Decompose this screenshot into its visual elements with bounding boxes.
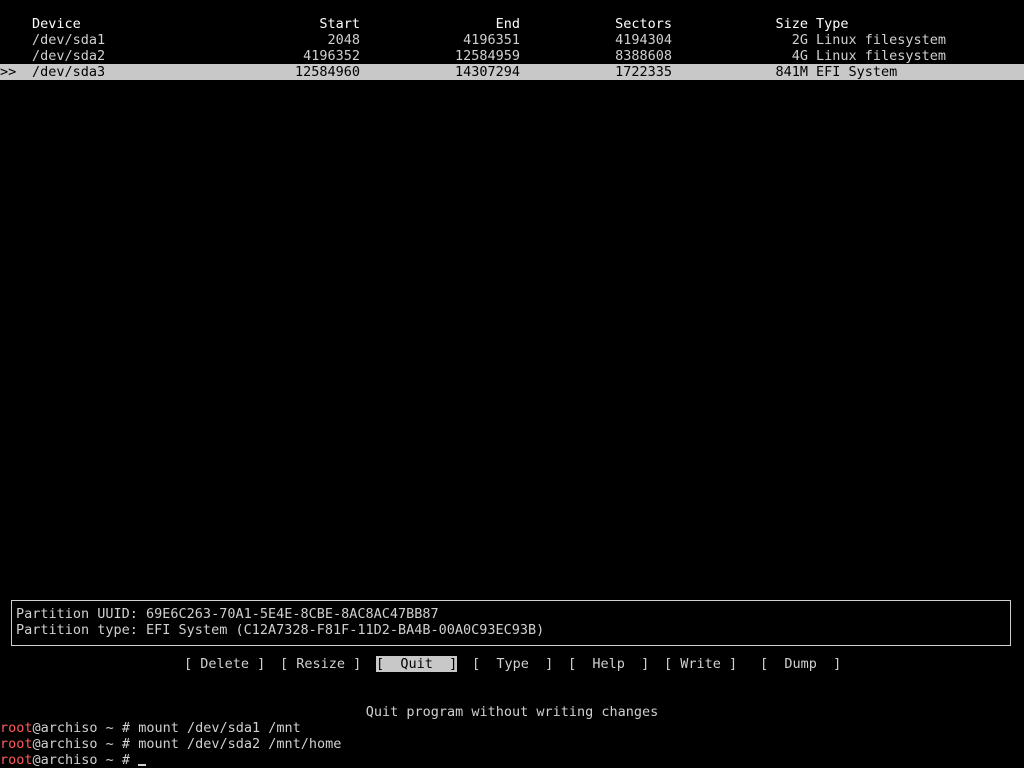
help-button[interactable]: [ Help ]	[568, 656, 649, 672]
partition-row[interactable]: /dev/sda2 4196352 12584959 8388608 4G Li…	[0, 48, 1024, 64]
prompt-host: @archiso ~ #	[32, 720, 139, 736]
partition-start: 4196352	[303, 48, 360, 64]
partition-device: /dev/sda2	[32, 48, 106, 64]
prompt-user: root	[0, 752, 33, 768]
partition-start: 2048	[327, 32, 360, 48]
header-end: End	[495, 16, 520, 32]
partition-row-selected[interactable]: >> /dev/sda3 12584960 14307294 1722335 8…	[0, 64, 1024, 80]
text-cursor	[138, 764, 147, 766]
partition-uuid: Partition UUID: 69E6C263-70A1-5E4E-8CBE-…	[16, 606, 439, 622]
shell-command: mount /dev/sda1 /mnt	[138, 720, 301, 736]
partition-info-box: Partition UUID: 69E6C263-70A1-5E4E-8CBE-…	[11, 600, 1011, 646]
partition-sectors: 1722335	[615, 64, 672, 80]
partition-end: 14307294	[454, 64, 520, 80]
partition-size: 841M	[775, 64, 808, 80]
partition-size: 4G	[791, 48, 808, 64]
header-start: Start	[319, 16, 360, 32]
partition-device: /dev/sda1	[32, 32, 106, 48]
partition-type-detail: Partition type: EFI System (C12A7328-F81…	[16, 622, 545, 638]
selection-marker: >>	[0, 64, 17, 80]
table-header: Device Start End Sectors Size Type	[0, 16, 1024, 32]
header-sectors: Sectors	[615, 16, 672, 32]
delete-button[interactable]: [ Delete ]	[184, 656, 265, 672]
partition-device: /dev/sda3	[32, 64, 106, 80]
prompt-host: @archiso ~ #	[32, 736, 139, 752]
partition-type: Linux filesystem	[816, 48, 947, 64]
partition-sectors: 4194304	[615, 32, 672, 48]
header-device: Device	[32, 16, 81, 32]
partition-start: 12584960	[294, 64, 360, 80]
type-button[interactable]: [ Type ]	[472, 656, 553, 672]
write-button[interactable]: [ Write ]	[664, 656, 737, 672]
prompt-user: root	[0, 720, 33, 736]
shell-line: root@archiso ~ # mount /dev/sda1 /mnt	[0, 720, 1024, 736]
partition-size: 2G	[791, 32, 808, 48]
partition-type: EFI System	[816, 64, 898, 80]
partition-sectors: 8388608	[615, 48, 672, 64]
prompt-host: @archiso ~ #	[32, 752, 139, 768]
quit-button[interactable]: [ Quit ]	[376, 656, 458, 672]
action-menu: [ Delete ] [ Resize ] [ Quit ] [ Type ] …	[0, 656, 1024, 672]
shell-line: root@archiso ~ # mount /dev/sda2 /mnt/ho…	[0, 736, 1024, 752]
status-hint: Quit program without writing changes	[365, 704, 659, 720]
partition-end: 12584959	[454, 48, 520, 64]
partition-row[interactable]: /dev/sda1 2048 4196351 4194304 2G Linux …	[0, 32, 1024, 48]
partition-end: 4196351	[463, 32, 520, 48]
partition-type: Linux filesystem	[816, 32, 947, 48]
shell-command: mount /dev/sda2 /mnt/home	[138, 736, 342, 752]
header-type: Type	[816, 16, 849, 32]
prompt-user: root	[0, 736, 33, 752]
resize-button[interactable]: [ Resize ]	[280, 656, 361, 672]
dump-button[interactable]: [ Dump ]	[760, 656, 841, 672]
header-size: Size	[775, 16, 808, 32]
shell-line-current[interactable]: root@archiso ~ #	[0, 752, 1024, 768]
